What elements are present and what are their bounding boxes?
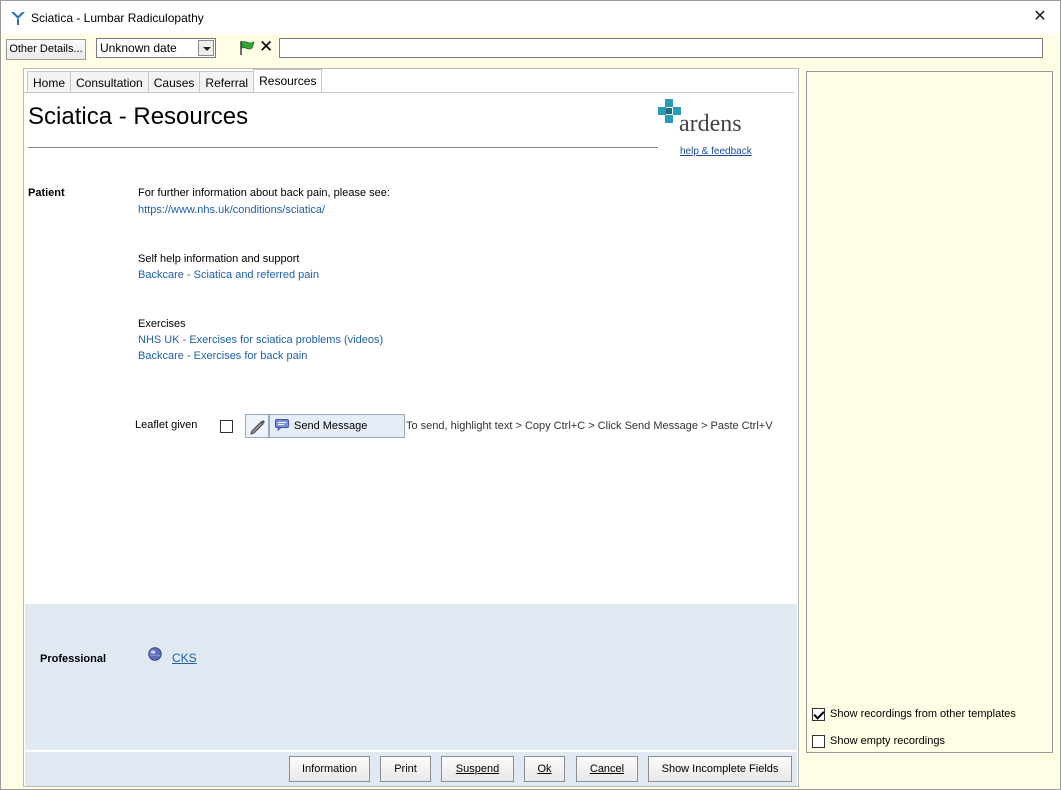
toolbar: Other Details... Unknown date ✕	[1, 34, 1060, 64]
show-empty-recordings-label: Show empty recordings	[830, 735, 945, 747]
cancel-button[interactable]: Cancel	[576, 756, 638, 782]
ok-button[interactable]: Ok	[524, 756, 565, 782]
tab-divider	[24, 92, 794, 93]
app-window: Sciatica - Lumbar Radiculopathy ✕ Other …	[0, 0, 1061, 790]
tab-home[interactable]: Home	[27, 71, 72, 93]
nhs-exercises-link[interactable]: NHS UK - Exercises for sciatica problems…	[138, 334, 383, 346]
title-bar: Sciatica - Lumbar Radiculopathy ✕	[1, 1, 1060, 34]
exercises-heading: Exercises	[138, 318, 186, 330]
professional-label: Professional	[40, 653, 107, 665]
send-instructions: To send, highlight text > Copy Ctrl+C > …	[406, 420, 773, 432]
chevron-down-icon[interactable]	[198, 40, 214, 56]
nhs-sciatica-link[interactable]: https://www.nhs.uk/conditions/sciatica/	[138, 204, 325, 216]
clear-icon[interactable]: ✕	[259, 38, 275, 56]
date-select-value: Unknown date	[100, 41, 177, 55]
globe-icon	[148, 647, 162, 661]
send-message-button[interactable]: Send Message	[269, 414, 405, 438]
backcare-sciatica-link[interactable]: Backcare - Sciatica and referred pain	[138, 269, 319, 281]
self-help-heading: Self help information and support	[138, 253, 300, 265]
date-select[interactable]: Unknown date	[96, 38, 216, 58]
show-empty-recordings-checkbox[interactable]	[812, 735, 825, 748]
show-other-templates-checkbox[interactable]	[812, 708, 825, 721]
cks-link[interactable]: CKS	[172, 651, 197, 665]
show-other-templates-label: Show recordings from other templates	[830, 708, 1016, 720]
speech-bubble-icon	[275, 419, 289, 431]
close-button[interactable]: ✕	[1028, 6, 1052, 28]
patient-label: Patient	[28, 187, 65, 199]
send-message-label: Send Message	[294, 420, 368, 432]
recordings-side-panel: Show recordings from other templates Sho…	[806, 71, 1053, 753]
information-button[interactable]: Information	[289, 756, 370, 782]
professional-section	[25, 604, 797, 750]
edit-button[interactable]	[245, 414, 269, 438]
further-info-text: For further information about back pain,…	[138, 187, 390, 199]
flag-icon[interactable]	[238, 40, 256, 56]
help-feedback-link[interactable]: help & feedback	[680, 146, 752, 157]
backcare-exercises-link[interactable]: Backcare - Exercises for back pain	[138, 350, 307, 362]
show-incomplete-fields-button[interactable]: Show Incomplete Fields	[648, 756, 792, 782]
tab-consultation[interactable]: Consultation	[70, 71, 149, 93]
window-title: Sciatica - Lumbar Radiculopathy	[31, 11, 204, 25]
other-details-button[interactable]: Other Details...	[6, 39, 86, 60]
ardens-logo-text: ardens	[679, 111, 742, 137]
footer-bar: Information Print Suspend Ok Cancel Show…	[25, 752, 797, 786]
page-title: Sciatica - Resources	[28, 103, 249, 130]
leaflet-given-checkbox[interactable]	[220, 420, 233, 433]
tab-resources[interactable]: Resources	[253, 69, 323, 93]
suspend-button[interactable]: Suspend	[441, 756, 514, 782]
tab-causes[interactable]: Causes	[147, 71, 201, 93]
main-panel: Home Consultation Causes Referral Resour…	[23, 68, 799, 787]
leaflet-given-label: Leaflet given	[135, 419, 198, 431]
app-logo-icon	[11, 12, 25, 25]
title-divider	[28, 147, 658, 148]
tab-referral[interactable]: Referral	[199, 71, 255, 93]
tab-bar: Home Consultation Causes Referral Resour…	[27, 69, 323, 93]
pencil-icon	[250, 420, 265, 435]
note-input[interactable]	[279, 38, 1043, 58]
print-button[interactable]: Print	[380, 756, 431, 782]
